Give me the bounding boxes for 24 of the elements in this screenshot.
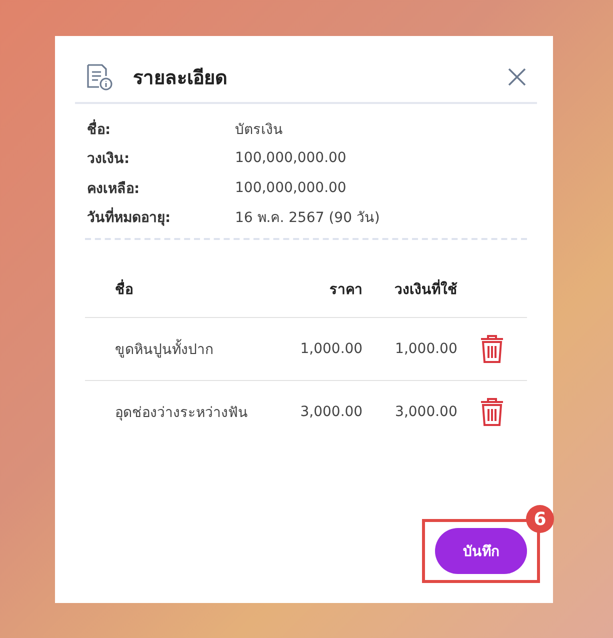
table-cell-text: 3,000.00 [299, 404, 363, 420]
detail-label: ชื่อ: [87, 118, 235, 140]
trash-icon[interactable] [480, 397, 504, 427]
column-header: ชื่อ [85, 278, 258, 300]
detail-value: 100,000,000.00 [235, 180, 346, 196]
table-cell-text: 1,000.00 [394, 341, 458, 357]
dialog-title: รายละเอียด [133, 66, 228, 91]
detail-label: วงเงิน: [87, 150, 131, 170]
table-cell: ขูดหินปูนทั้งปาก [85, 338, 258, 360]
column-header: วงเงินที่ใช้ [362, 278, 458, 300]
detail-label: คงเหลือ: [87, 180, 141, 199]
document-info-icon [85, 63, 115, 91]
close-icon[interactable] [507, 67, 527, 87]
step-badge: 6 [526, 505, 554, 533]
save-button[interactable]: บันทึก [435, 528, 527, 574]
detail-label: วันที่หมดอายุ: [87, 206, 235, 228]
detail-value: 100,000,000.00 [235, 150, 346, 166]
detail-value: บัตรเงิน [235, 120, 283, 140]
trash-icon[interactable] [480, 334, 504, 364]
table-cell-text: 3,000.00 [394, 404, 458, 420]
column-header: ราคา [328, 280, 363, 300]
table-cell-text: 1,000.00 [299, 341, 363, 357]
detail-value: 16 พ.ค. 2567 (90 วัน) [235, 209, 380, 228]
table-cell-text: อุดช่องว่างระหว่างฟัน [114, 404, 249, 423]
